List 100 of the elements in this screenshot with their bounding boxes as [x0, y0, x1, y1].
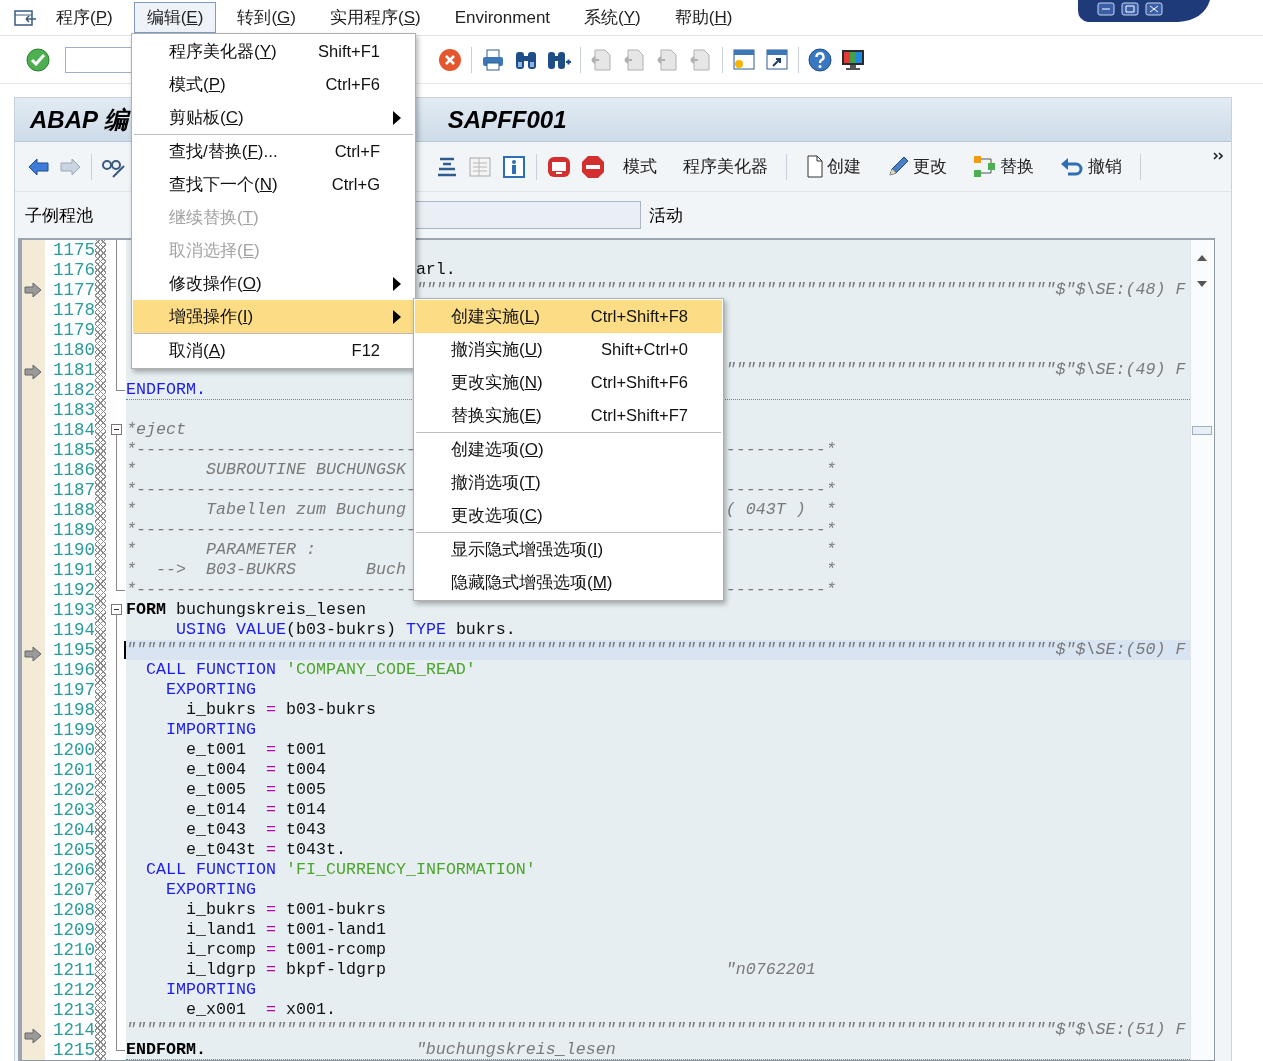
code-text: x001. — [285, 1000, 336, 1019]
line-number: 1193 — [53, 600, 95, 620]
program-type-label: 子例程池 — [25, 204, 93, 227]
code-comment: * Tabellen zum Buchung — [126, 500, 406, 519]
line-number: 1200 — [53, 740, 95, 760]
code-keyword: USING VALUE — [176, 620, 286, 639]
code-text: t043t. — [285, 840, 346, 859]
code-keyword: ENDFORM. — [126, 1040, 206, 1059]
code-keyword: IMPORTING — [166, 980, 256, 999]
code-keyword: EXPORTING — [166, 680, 256, 699]
line-number: 1198 — [53, 700, 95, 720]
code-keyword: CALL FUNCTION — [146, 860, 276, 879]
code-text: bkpf-ldgrp — [285, 960, 386, 979]
code-text: t001-land1 — [285, 920, 386, 939]
code-text: e_t014 — [186, 800, 246, 819]
line-number: 1191 — [53, 560, 95, 580]
code-operator: = — [265, 900, 276, 919]
code-text: t043 — [285, 820, 326, 839]
code-text: buchungskreis_lesen — [176, 600, 366, 619]
code-comment: ----------* — [725, 480, 836, 499]
code-operator: = — [265, 840, 276, 859]
code-operator: = — [265, 820, 276, 839]
code-operator: = — [265, 740, 276, 759]
code-keyword: EXPORTING — [166, 880, 256, 899]
code-text: t005 — [285, 780, 326, 799]
line-number: 1208 — [53, 900, 95, 920]
code-comment: ( 043T ) * — [725, 500, 836, 519]
line-number: 1176 — [53, 260, 95, 280]
code-keyword: CALL FUNCTION — [146, 660, 276, 679]
line-number: 1196 — [53, 660, 95, 680]
code-text: i_bukrs — [186, 700, 256, 719]
code-operator: = — [265, 760, 276, 779]
code-text: i_rcomp — [186, 940, 256, 959]
status-label: 活动 — [649, 204, 683, 227]
code-comment: *eject — [126, 420, 186, 439]
enhancement-marker: """""""""""""""""""""""""""""""""$"$\SE:(49) F — [725, 360, 1186, 379]
code-keyword: FORM — [126, 600, 166, 619]
code-text: t001 — [285, 740, 326, 759]
code-text: bukrs. — [455, 620, 516, 639]
line-number: 1197 — [53, 680, 95, 700]
line-number: 1184 — [53, 420, 95, 440]
line-number: 1194 — [53, 620, 95, 640]
code-keyword: TYPE — [405, 620, 446, 639]
code-text: i_ldgrp — [186, 960, 256, 979]
shortcut-label: Ctrl+F — [334, 142, 380, 161]
line-number: 1186 — [53, 460, 95, 480]
shortcut-label: F12 — [351, 341, 380, 360]
line-number: 1189 — [53, 520, 95, 540]
line-number: 1183 — [53, 400, 95, 420]
line-number: 1207 — [53, 880, 95, 900]
code-text: i_bukrs — [186, 900, 256, 919]
shortcut-label: Ctrl+Shift+F6 — [590, 373, 688, 392]
enhancement-marker: """"""""""""""""""""""""""""""""""""""""""""""""""""""""""""""""$"$\SE:(48) F — [415, 280, 1186, 299]
line-number: 1192 — [53, 580, 95, 600]
code-comment: * — [825, 560, 836, 579]
code-operator: = — [265, 940, 276, 959]
line-number: 1178 — [53, 300, 95, 320]
line-number: 1185 — [53, 440, 95, 460]
code-comment: ----------* — [725, 520, 836, 539]
code-comment: *---------------------------- — [126, 520, 416, 539]
line-number: 1199 — [53, 720, 95, 740]
line-number: 1175 — [53, 240, 95, 260]
shortcut-label: Shift+Ctrl+0 — [600, 340, 688, 359]
line-number: 1203 — [53, 800, 95, 820]
line-number: 1212 — [53, 980, 95, 1000]
line-number: 1206 — [53, 860, 95, 880]
shortcut-label: Ctrl+G — [331, 175, 380, 194]
line-number: 1187 — [53, 480, 95, 500]
line-number: 1182 — [53, 380, 95, 400]
code-operator: = — [265, 920, 276, 939]
code-text: e_t005 — [186, 780, 246, 799]
code-comment: *---------------------------- — [126, 480, 416, 499]
line-number: 1201 — [53, 760, 95, 780]
line-number: 1180 — [53, 340, 95, 360]
code-keyword: IMPORTING — [166, 720, 256, 739]
shortcut-label: Ctrl+Shift+F7 — [590, 406, 688, 425]
code-comment: *---------------------------- — [126, 580, 416, 599]
code-text: b03-bukrs — [285, 700, 376, 719]
code-operator: = — [265, 800, 276, 819]
line-number: 1204 — [53, 820, 95, 840]
code-operator: = — [265, 700, 276, 719]
code-string: 'COMPANY_CODE_READ' — [285, 660, 476, 679]
code-comment: * — [825, 460, 836, 479]
line-number: 1190 — [53, 540, 95, 560]
window-title: SAPFF001 — [447, 105, 567, 134]
line-number: 1181 — [53, 360, 95, 380]
code-operator: = — [265, 1000, 276, 1019]
code-string: 'FI_CURRENCY_INFORMATION' — [285, 860, 536, 879]
code-operator: = — [265, 780, 276, 799]
code-text: e_t004 — [186, 760, 246, 779]
line-number: 1177 — [53, 280, 95, 300]
code-text: e_t043 — [186, 820, 246, 839]
code-text: e_t043t — [186, 840, 256, 859]
line-number: 1209 — [53, 920, 95, 940]
code-keyword: ENDFORM. — [126, 380, 206, 399]
line-number: 1210 — [53, 940, 95, 960]
enhancement-marker: """""""""""""""""""""""""""""""""""""""""""""""""""""""""""""""""""""""""""""""""""""""""""""$"$\SE:(51) F — [126, 1020, 1186, 1039]
enhancement-marker: """""""""""""""""""""""""""""""""""""""""""""""""""""""""""""""""""""""""""""""""""""""""""""$"$\SE:(50) F — [126, 640, 1186, 659]
line-number: 1205 — [53, 840, 95, 860]
code-comment: *---------------------------- — [126, 440, 416, 459]
